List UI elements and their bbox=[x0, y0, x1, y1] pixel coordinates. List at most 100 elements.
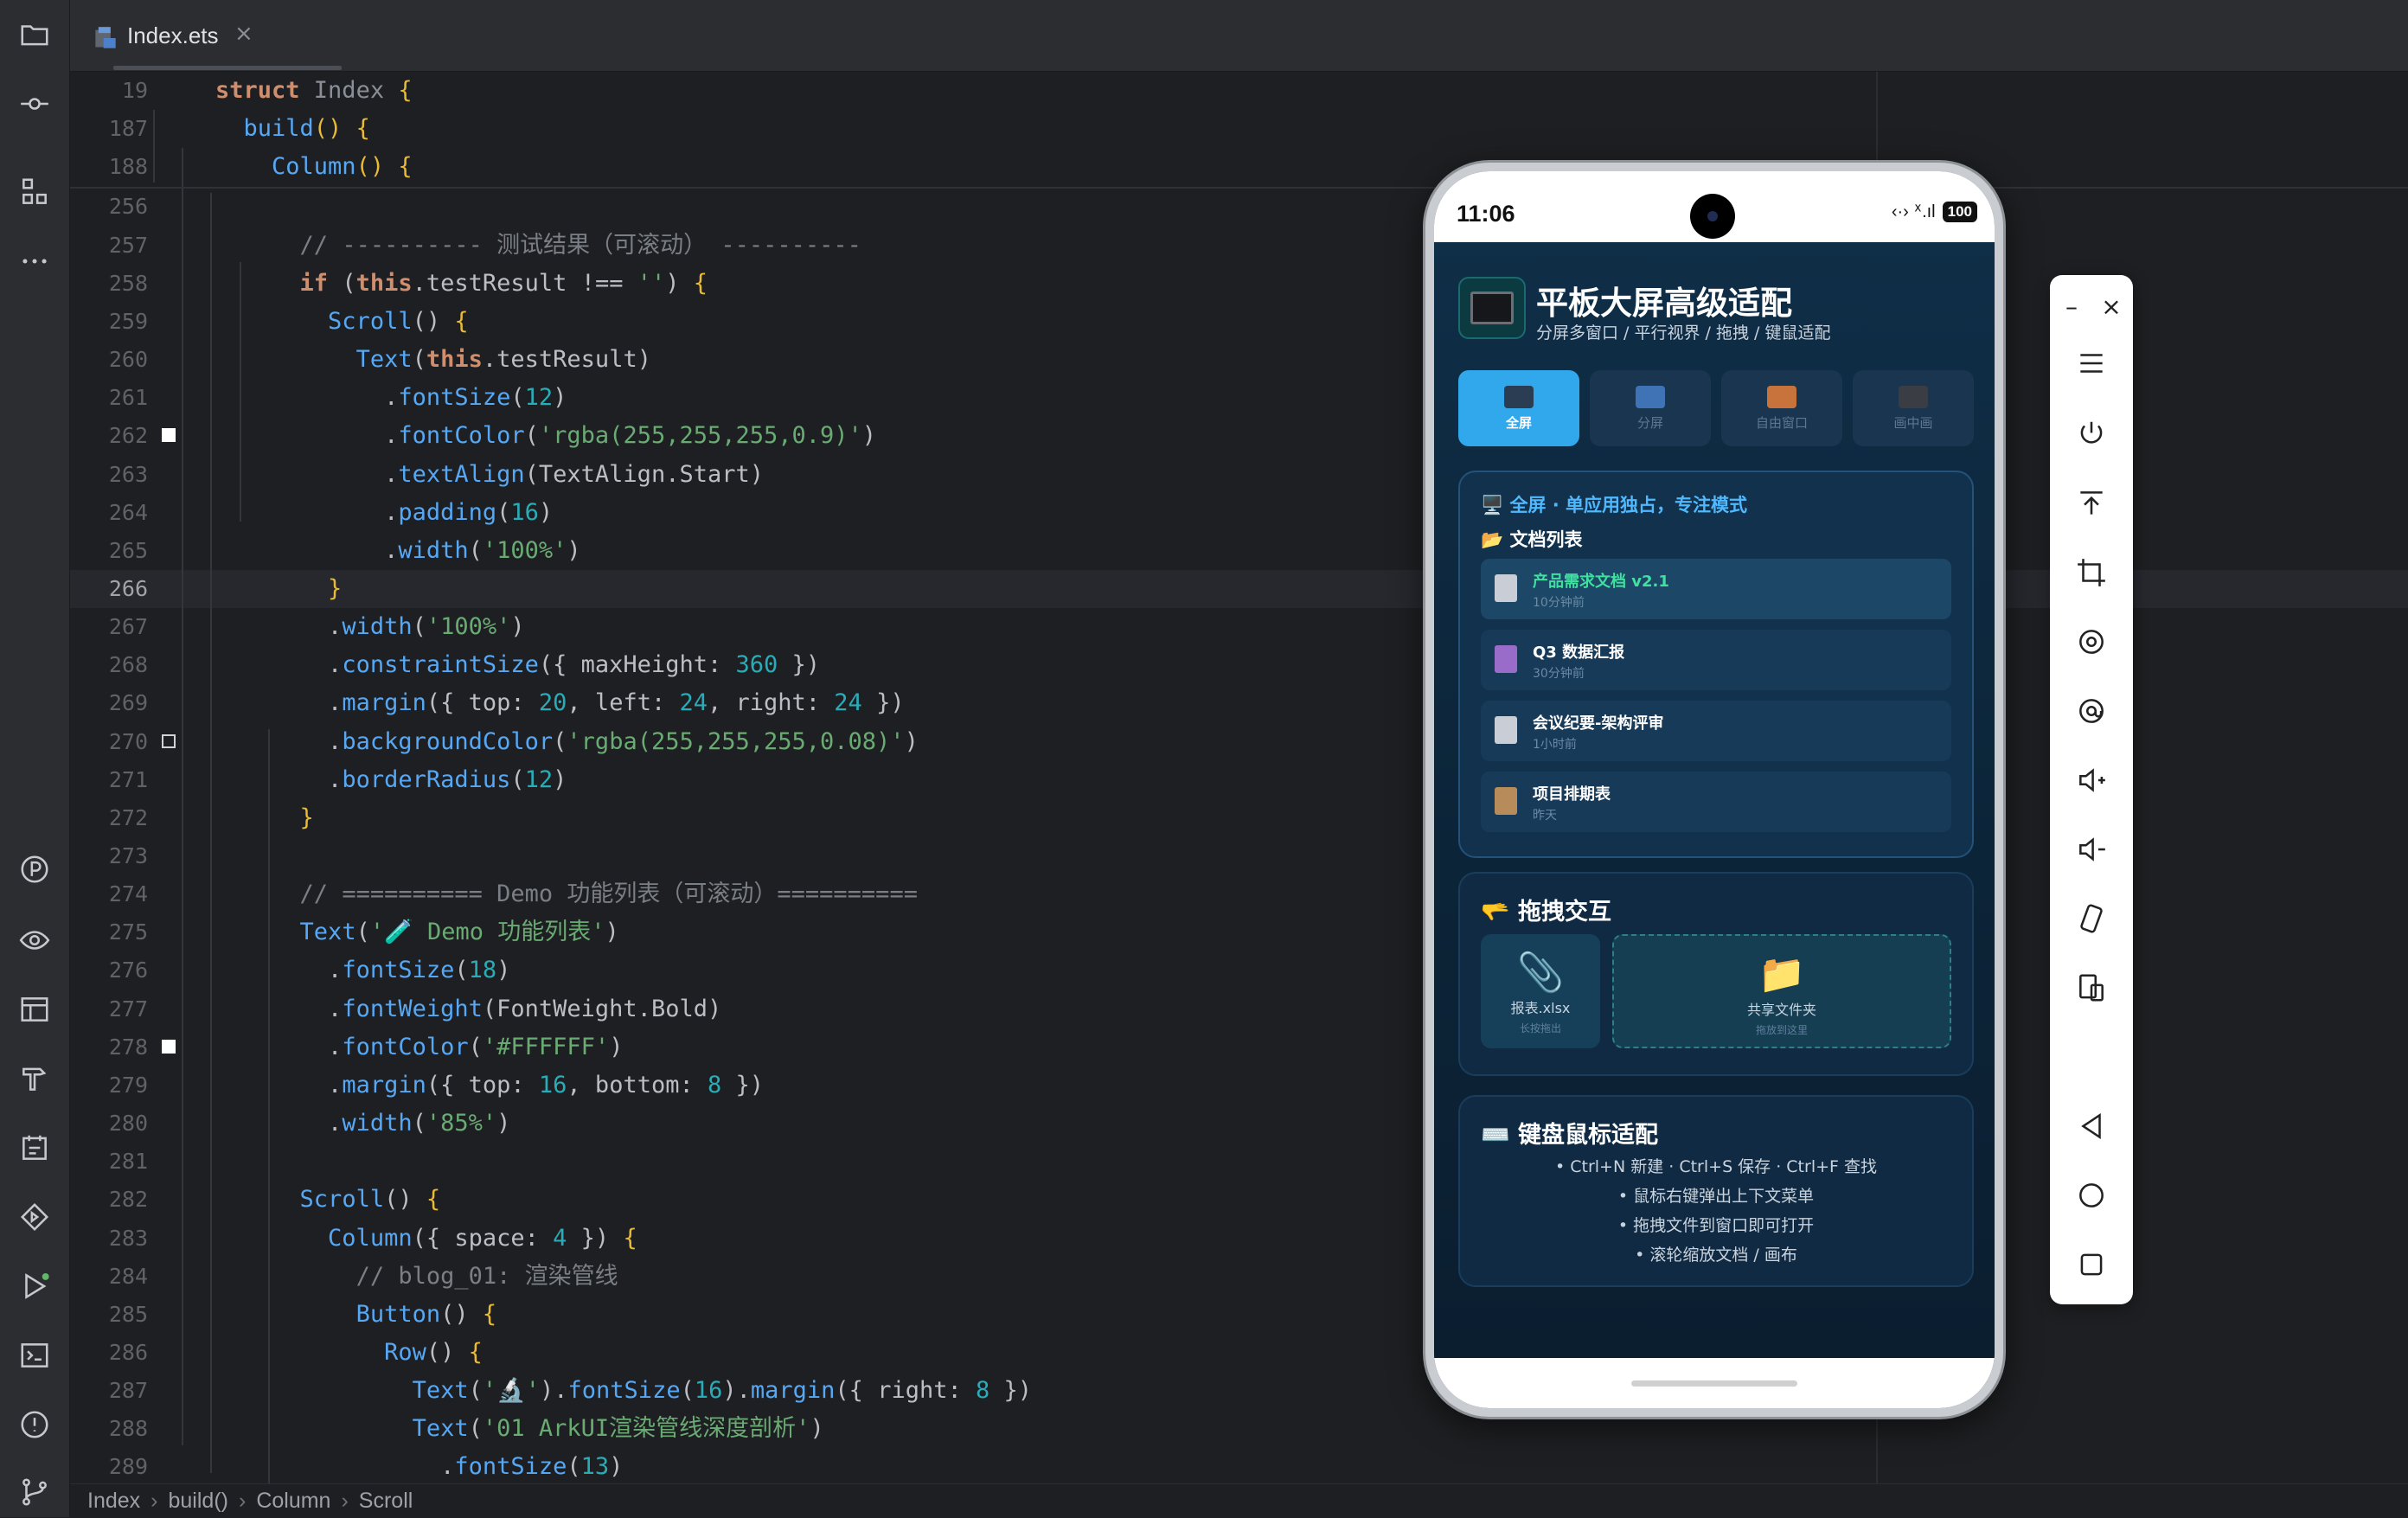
code-token: ({ space: bbox=[412, 1224, 554, 1252]
line-number: 266 bbox=[108, 575, 148, 601]
code-token: ( bbox=[496, 498, 511, 526]
document-icon bbox=[1495, 787, 1517, 815]
code-line[interactable]: 187 build() { bbox=[70, 110, 2408, 148]
color-swatch-icon[interactable] bbox=[162, 733, 176, 748]
drag-source-file[interactable]: 📎 报表.xlsx 长按拖出 bbox=[1481, 934, 1600, 1048]
code-line[interactable]: 286 Row() { bbox=[70, 1334, 2408, 1372]
code-token: , left: bbox=[567, 689, 680, 717]
status-time: 11:06 bbox=[1457, 201, 1515, 227]
mode-tab[interactable]: 画中画 bbox=[1853, 370, 1974, 446]
breadcrumb-separator: › bbox=[238, 1489, 247, 1513]
tab-close-icon[interactable]: × bbox=[234, 21, 253, 47]
code-token: 24 bbox=[834, 689, 862, 717]
services-icon[interactable] bbox=[17, 1200, 52, 1234]
recents-icon[interactable] bbox=[2072, 1246, 2110, 1284]
line-number: 288 bbox=[108, 1416, 148, 1442]
volume-up-icon[interactable] bbox=[2072, 761, 2110, 799]
code-token: 12 bbox=[524, 765, 554, 793]
menu-icon[interactable] bbox=[2072, 344, 2110, 382]
doc-list-item[interactable]: 会议纪要-架构评审 1小时前 bbox=[1481, 701, 1951, 761]
breadcrumb-item[interactable]: Column bbox=[256, 1489, 330, 1514]
plugin-icon[interactable] bbox=[17, 852, 52, 887]
doc-list-item[interactable]: 项目排期表 昨天 bbox=[1481, 772, 1951, 832]
close-button[interactable]: × bbox=[2098, 294, 2124, 320]
code-token: ({ right: bbox=[835, 1377, 976, 1405]
mode-tab[interactable]: 分屏 bbox=[1590, 370, 1711, 446]
code-token: () bbox=[412, 307, 455, 335]
doc-list-item[interactable]: Q3 数据汇报 30分钟前 bbox=[1481, 630, 1951, 690]
mode-tab-icon bbox=[1504, 385, 1534, 408]
crop-screenshot-icon[interactable] bbox=[2072, 554, 2110, 592]
volume-down-icon[interactable] bbox=[2072, 830, 2110, 868]
code-text: // ---------- 测试结果（可滚动） ---------- bbox=[215, 227, 861, 265]
todo-icon[interactable] bbox=[17, 1130, 52, 1165]
doc-timestamp: 10分钟前 bbox=[1533, 596, 1585, 610]
device-screen[interactable]: 11:06 ‹·› ᕽ.ıl 100 平板大屏高级适配 分屏多窗口 / 平行视界… bbox=[1434, 171, 1995, 1408]
code-token: { bbox=[693, 269, 708, 297]
multi-device-icon[interactable] bbox=[2072, 969, 2110, 1007]
code-text: // ========== Demo 功能列表（可滚动）========== bbox=[215, 875, 918, 913]
structure-icon[interactable] bbox=[17, 175, 52, 209]
code-line[interactable]: 19 struct Index { bbox=[70, 72, 2408, 110]
terminal-icon[interactable] bbox=[17, 1338, 52, 1373]
code-token: Text bbox=[299, 919, 356, 946]
sticky-header-separator bbox=[70, 187, 2408, 189]
color-swatch-icon[interactable] bbox=[162, 428, 176, 443]
code-line[interactable]: 288 Text('01 ArkUI渲染管线深度剖析') bbox=[70, 1410, 2408, 1448]
more-icon[interactable] bbox=[17, 244, 52, 279]
commit-icon[interactable] bbox=[17, 86, 52, 121]
rotate-icon[interactable] bbox=[2072, 623, 2110, 661]
rotate-device-icon[interactable] bbox=[2072, 900, 2110, 938]
code-token: ) bbox=[609, 1453, 624, 1481]
home-indicator[interactable] bbox=[1631, 1380, 1797, 1387]
code-token: width bbox=[342, 613, 413, 641]
code-token: fontColor bbox=[398, 422, 525, 450]
color-swatch-icon[interactable] bbox=[162, 1039, 176, 1054]
line-number: 276 bbox=[108, 958, 148, 983]
code-text: Column({ space: 4 }) { bbox=[215, 1220, 637, 1258]
fullscreen-card: 🖥️ 全屏 · 单应用独占，专注模式 📂 文档列表 产品需求文档 v2.1 10分… bbox=[1458, 471, 1974, 858]
code-token: ). bbox=[540, 1377, 568, 1405]
doc-list-item[interactable]: 产品需求文档 v2.1 10分钟前 bbox=[1481, 559, 1951, 619]
code-token: ) bbox=[810, 1415, 824, 1443]
code-line[interactable]: 289 .fontSize(13) bbox=[70, 1448, 2408, 1483]
code-line[interactable]: 257 // ---------- 测试结果（可滚动） ---------- bbox=[70, 227, 2408, 265]
layout-icon[interactable] bbox=[17, 992, 52, 1027]
breadcrumb-item[interactable]: Index bbox=[87, 1489, 140, 1514]
breadcrumb-item[interactable]: build() bbox=[169, 1489, 228, 1514]
power-icon[interactable] bbox=[2072, 415, 2110, 453]
problems-icon[interactable] bbox=[17, 1407, 52, 1442]
line-number: 187 bbox=[108, 116, 148, 142]
code-line[interactable]: 287 Text('🔬').fontSize(16).margin({ righ… bbox=[70, 1372, 2408, 1410]
code-text: .width('100%') bbox=[215, 608, 525, 646]
git-branch-icon[interactable] bbox=[17, 1475, 52, 1509]
code-token: . bbox=[215, 384, 399, 412]
code-token: , right: bbox=[707, 689, 835, 717]
mode-tab[interactable]: 全屏 bbox=[1458, 370, 1579, 446]
home-icon[interactable] bbox=[2072, 1176, 2110, 1214]
run-icon[interactable] bbox=[17, 1269, 52, 1303]
document-icon bbox=[1495, 574, 1517, 602]
drop-target-folder[interactable]: 📁 共享文件夹 拖放到这里 bbox=[1612, 934, 1951, 1048]
code-line[interactable]: 188 Column() { bbox=[70, 148, 2408, 186]
preview-icon[interactable] bbox=[17, 923, 52, 958]
code-token: .testResult !== bbox=[412, 269, 637, 297]
code-token: . bbox=[215, 460, 399, 488]
breadcrumb-item[interactable]: Scroll bbox=[359, 1489, 413, 1514]
back-icon[interactable] bbox=[2072, 1107, 2110, 1145]
upload-icon[interactable] bbox=[2072, 484, 2110, 522]
location-icon[interactable] bbox=[2072, 692, 2110, 730]
build-hammer-icon[interactable] bbox=[17, 1061, 52, 1096]
tab-index-ets[interactable]: Index.ets × bbox=[70, 0, 271, 71]
emulator-toolbar: – × bbox=[2050, 275, 2133, 1304]
minimize-button[interactable]: – bbox=[2059, 294, 2085, 320]
code-token: ( bbox=[355, 919, 370, 946]
code-line[interactable]: 256 bbox=[70, 188, 2408, 226]
mode-tab[interactable]: 自由窗口 bbox=[1721, 370, 1842, 446]
folder-icon[interactable] bbox=[17, 17, 52, 52]
code-token: backgroundColor bbox=[342, 727, 554, 755]
